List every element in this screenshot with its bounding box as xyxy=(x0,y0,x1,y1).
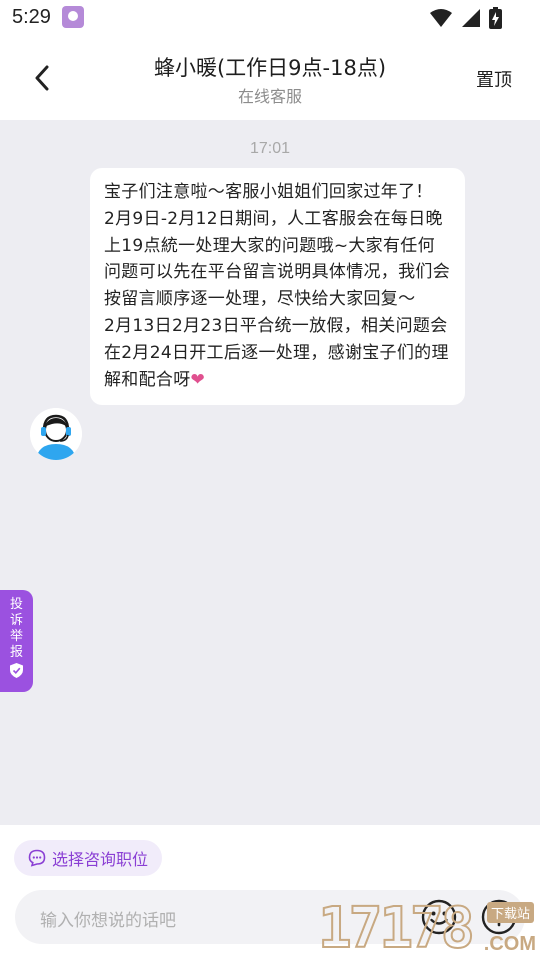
agent-avatar-icon xyxy=(30,408,82,460)
chat-area[interactable]: 17:01 宝子们注意啦～客服小姐姐们回家过年了！ 2月9日-2月12日期间，人… xyxy=(0,120,540,825)
app-notification-icon xyxy=(62,6,84,28)
message-text-line: 宝子们注意啦～客服小姐姐们回家过年了！ xyxy=(104,182,433,202)
status-bar: 5:29 xyxy=(0,0,540,36)
page-title: 蜂小暖(工作日9点-18点) xyxy=(153,56,387,80)
heart-emoji: ❤ xyxy=(190,369,206,390)
page-subtitle: 在线客服 xyxy=(237,87,302,106)
message-bubble: 宝子们注意啦～客服小姐姐们回家过年了！ 2月9日-2月12日期间，人工客服会在每… xyxy=(90,168,465,406)
battery-icon xyxy=(489,7,502,29)
wifi-icon xyxy=(430,9,452,27)
shield-check-icon xyxy=(10,663,23,678)
job-chip-label: 选择咨询职位 xyxy=(52,850,149,869)
complaint-report-tab[interactable]: 投诉举报 xyxy=(0,590,33,692)
chat-header: 蜂小暖(工作日9点-18点) 在线客服 置顶 xyxy=(0,36,540,120)
emoji-button[interactable] xyxy=(420,898,458,936)
select-job-chip[interactable]: 选择咨询职位 xyxy=(14,840,163,876)
agent-avatar[interactable] xyxy=(30,408,82,460)
chat-bubble-icon xyxy=(28,849,46,867)
status-icons xyxy=(429,7,502,29)
message-input[interactable]: 输入你想说的话吧 xyxy=(15,890,525,944)
message-text-line: 2月13日2月23日平合统一放假，相关问题会在2月24日开工后逐一处理，感谢宝子… xyxy=(104,313,451,393)
emoji-icon xyxy=(421,899,457,935)
more-actions-button[interactable] xyxy=(480,898,518,936)
input-placeholder: 输入你想说的话吧 xyxy=(40,911,176,931)
status-time: 5:29 xyxy=(12,6,51,28)
pin-to-top-button[interactable]: 置顶 xyxy=(476,66,512,92)
composer-area: 选择咨询职位 输入你想说的话吧 xyxy=(0,825,540,960)
message-timestamp: 17:01 xyxy=(249,140,291,157)
complaint-tab-label: 投诉举报 xyxy=(10,597,24,660)
signal-icon xyxy=(462,9,480,27)
message-text: 2月13日2月23日平合统一放假，相关问题会在2月24日开工后逐一处理，感谢宝子… xyxy=(104,315,449,390)
plus-circle-icon xyxy=(481,899,517,935)
message-text-line: 2月9日-2月12日期间，人工客服会在每日晚上19点統一处理大家的问题哦~大家有… xyxy=(104,208,450,310)
